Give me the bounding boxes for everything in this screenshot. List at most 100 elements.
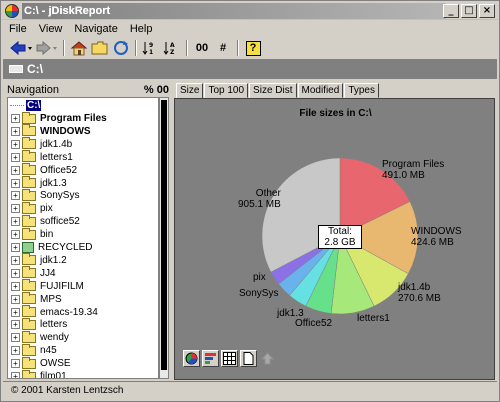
tab-size-dist[interactable]: Size Dist xyxy=(249,83,297,98)
tree-item-label: MPS xyxy=(40,293,62,305)
svg-text:9: 9 xyxy=(149,42,153,49)
tree-item[interactable]: + Office52 xyxy=(11,163,77,177)
label-jdk14b: jdk1.4b 270.6 MB xyxy=(398,282,441,304)
maximize-button[interactable]: □ xyxy=(461,4,477,18)
folder-icon xyxy=(22,279,36,292)
expand-icon[interactable]: + xyxy=(11,204,20,214)
menu-file[interactable]: File xyxy=(3,21,33,37)
svg-text:1: 1 xyxy=(149,49,153,56)
count-view-button[interactable]: # xyxy=(214,39,232,57)
expand-icon[interactable]: + xyxy=(11,294,20,304)
view-tabs: Size Top 100 Size Dist Modified Types xyxy=(176,83,380,99)
label-letters1: letters1 xyxy=(357,313,390,324)
expand-icon[interactable]: + xyxy=(11,346,20,356)
expand-icon[interactable]: + xyxy=(11,281,20,291)
tab-top-100[interactable]: Top 100 xyxy=(204,83,249,98)
tree-item-label: WINDOWS xyxy=(40,125,91,137)
details-view-button[interactable] xyxy=(240,350,257,367)
expand-icon[interactable]: + xyxy=(11,372,20,378)
expand-icon[interactable]: + xyxy=(11,217,20,227)
folder-icon xyxy=(22,343,36,356)
minimize-button[interactable]: _ xyxy=(443,4,459,18)
pie-chart-view-button[interactable] xyxy=(183,350,200,367)
tree-item[interactable]: + soffice52 xyxy=(11,214,80,228)
expand-icon[interactable]: + xyxy=(11,126,20,136)
pie-chart-icon xyxy=(185,352,198,365)
parent-folder-button[interactable] xyxy=(259,350,276,367)
expand-icon[interactable]: + xyxy=(11,139,20,149)
tree-item[interactable]: + emacs-19.34 xyxy=(11,305,98,319)
tree-root[interactable]: C:\ xyxy=(10,99,42,112)
back-button[interactable] xyxy=(9,39,33,57)
current-path: C:\ xyxy=(27,62,43,76)
bar-chart-view-button[interactable] xyxy=(202,350,219,367)
label-other-name: Other xyxy=(255,188,281,199)
sort-ascending-button[interactable]: AZ xyxy=(163,39,181,57)
expand-icon[interactable]: + xyxy=(11,255,20,265)
menu-view[interactable]: View xyxy=(33,21,69,37)
scrollbar-thumb[interactable] xyxy=(161,100,167,370)
up-arrow-icon xyxy=(261,352,274,365)
tree-item[interactable]: + WINDOWS xyxy=(11,124,91,138)
tree-item[interactable]: + wendy xyxy=(11,330,69,344)
tree-item[interactable]: + bin xyxy=(11,227,53,241)
table-view-button[interactable] xyxy=(221,350,238,367)
expand-icon[interactable]: + xyxy=(11,152,20,162)
tree-item[interactable]: + letters xyxy=(11,317,67,331)
expand-icon[interactable]: + xyxy=(11,333,20,343)
tree-item[interactable]: + MPS xyxy=(11,292,62,306)
sort-descending-button[interactable]: 91 xyxy=(142,39,160,57)
tree-scrollbar[interactable] xyxy=(159,97,169,379)
folder-icon xyxy=(22,150,36,163)
expand-icon[interactable]: + xyxy=(11,268,20,278)
tree-root-label[interactable]: C:\ xyxy=(26,100,42,111)
tree-item-label: letters1 xyxy=(40,151,73,163)
tree-item[interactable]: + jdk1.2 xyxy=(11,253,67,267)
tree-item[interactable]: + pix xyxy=(11,201,53,215)
title-bar[interactable]: C:\ - jDiskReport _ □ × xyxy=(2,2,498,20)
svg-text:A: A xyxy=(170,42,175,49)
percent-view-button[interactable]: 00 xyxy=(193,39,211,57)
menu-bar: File View Navigate Help xyxy=(3,21,158,37)
tree-item[interactable]: + jdk1.4b xyxy=(11,137,72,151)
menu-help[interactable]: Help xyxy=(124,21,159,37)
close-button[interactable]: × xyxy=(479,4,495,18)
app-logo-icon[interactable] xyxy=(5,3,19,18)
help-button[interactable]: ? xyxy=(244,39,262,57)
expand-icon[interactable]: + xyxy=(11,243,20,252)
label-windows: WINDOWS 424.6 MB xyxy=(411,226,462,248)
tree-item[interactable]: + JJ4 xyxy=(11,266,56,280)
menu-navigate[interactable]: Navigate xyxy=(68,21,123,37)
expand-icon[interactable]: + xyxy=(11,165,20,175)
expand-icon[interactable]: + xyxy=(11,114,20,123)
home-button[interactable] xyxy=(70,39,88,57)
tree-item[interactable]: + n45 xyxy=(11,343,57,357)
expand-icon[interactable]: + xyxy=(11,307,20,317)
sort-descending-icon: 91 xyxy=(142,42,153,56)
tree-item[interactable]: + SonySys xyxy=(11,188,79,202)
path-bar: C:\ xyxy=(3,59,497,79)
expand-icon[interactable]: + xyxy=(11,320,20,330)
expand-icon[interactable]: + xyxy=(11,359,20,369)
tab-size[interactable]: Size xyxy=(176,83,204,99)
folder-icon xyxy=(22,227,36,240)
tree-item[interactable]: + OWSE xyxy=(11,356,71,370)
tree-item[interactable]: + film01 xyxy=(11,369,67,378)
tree-item[interactable]: + RECYCLED xyxy=(11,241,92,254)
tree-item[interactable]: + Program Files xyxy=(11,111,107,125)
open-folder-button[interactable] xyxy=(91,39,109,57)
expand-icon[interactable]: + xyxy=(11,191,20,201)
tab-types[interactable]: Types xyxy=(344,83,379,98)
window-title: C:\ - jDiskReport xyxy=(24,4,111,17)
tab-modified[interactable]: Modified xyxy=(297,83,344,98)
tree-item[interactable]: + letters1 xyxy=(11,150,73,164)
percent-column-label[interactable]: % 00 xyxy=(144,84,169,96)
tree-item[interactable]: + jdk1.3 xyxy=(11,176,67,190)
toolbar-separator xyxy=(63,40,65,56)
expand-icon[interactable]: + xyxy=(11,178,20,188)
navigation-tree[interactable]: C:\ + Program Files + WINDOWS + jdk1.4b + lette… xyxy=(7,97,159,379)
refresh-button[interactable] xyxy=(112,39,130,57)
forward-button[interactable] xyxy=(36,39,58,57)
expand-icon[interactable]: + xyxy=(11,230,20,240)
tree-item[interactable]: + FUJIFILM xyxy=(11,279,84,293)
